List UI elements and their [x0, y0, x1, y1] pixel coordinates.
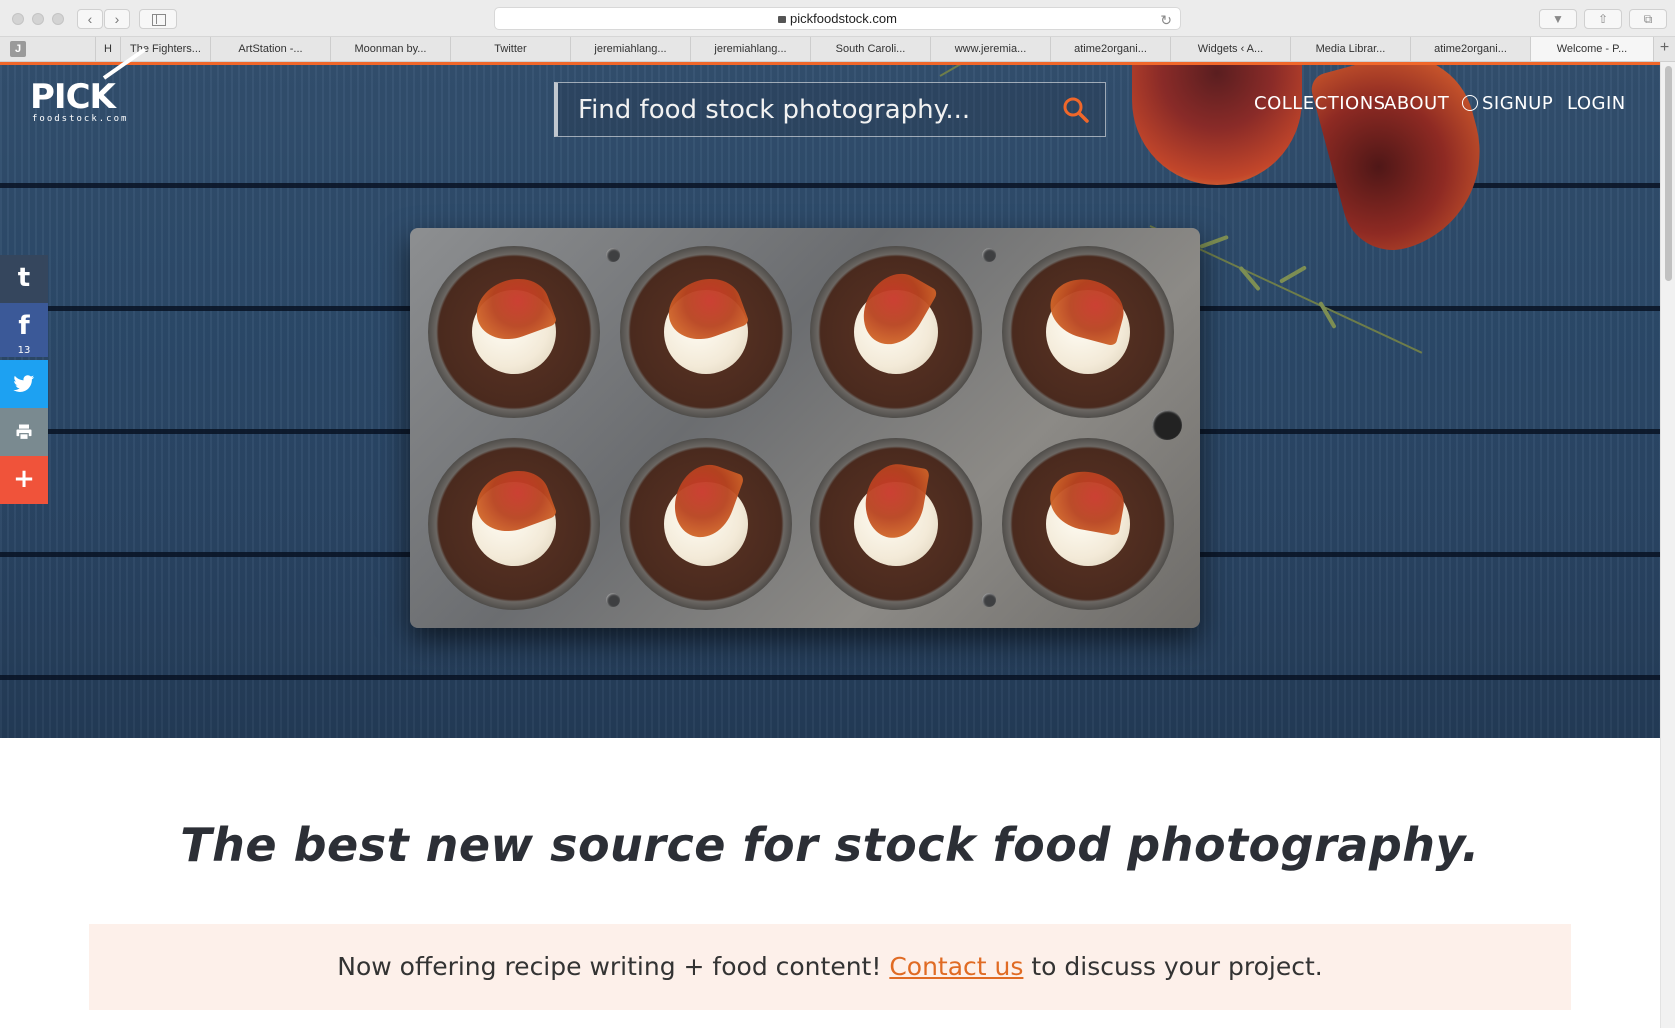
cupcake [428, 246, 600, 418]
cupcake [620, 438, 792, 610]
tab-active[interactable]: Welcome - P... [1530, 37, 1653, 61]
tab[interactable]: atime2organi... [1410, 37, 1530, 61]
tab[interactable]: Moonman by... [330, 37, 450, 61]
tab-overview-button[interactable]: ⧉ [1629, 9, 1667, 29]
back-button[interactable]: ‹ [77, 9, 103, 29]
tumblr-share-button[interactable]: t [0, 255, 48, 303]
plus-icon: + [13, 464, 35, 494]
pan-rivet [606, 248, 620, 262]
logo-subtitle: foodstock.com [32, 114, 129, 124]
tab[interactable]: jeremiahlang... [690, 37, 810, 61]
facebook-share-button[interactable]: f 13 [0, 303, 48, 357]
downloads-button[interactable]: ▼ [1539, 9, 1577, 29]
close-window-button[interactable] [12, 13, 24, 25]
pan-hole [1152, 410, 1182, 440]
url-text: pickfoodstock.com [790, 11, 897, 26]
cupcake [810, 246, 982, 418]
rosemary-leaf [1279, 265, 1307, 284]
rosemary-leaf [1318, 301, 1337, 329]
browser-titlebar: ‹ › pickfoodstock.com ↻ ▼ ⇧ ⧉ [0, 0, 1675, 37]
cupcake [810, 438, 982, 610]
cupcake [1002, 438, 1174, 610]
share-button[interactable]: ⇧ [1584, 9, 1622, 29]
tumblr-icon: t [17, 263, 31, 293]
twitter-share-button[interactable] [0, 360, 48, 408]
tab[interactable]: Media Librar... [1290, 37, 1410, 61]
blood-orange-wedge [1307, 65, 1503, 262]
tab[interactable]: Widgets ‹ A... [1170, 37, 1290, 61]
user-icon [1462, 95, 1478, 111]
search-icon[interactable] [1063, 97, 1089, 123]
print-button[interactable] [0, 408, 48, 456]
printer-icon [16, 424, 32, 441]
contact-us-link[interactable]: Contact us [889, 952, 1023, 981]
page-tagline: The best new source for stock food photo… [180, 818, 1480, 872]
tab[interactable]: Twitter [450, 37, 570, 61]
banner-text-before: Now offering recipe writing + food conte… [337, 952, 890, 981]
rosemary-sprig [939, 65, 1045, 77]
sidebar-toggle-button[interactable] [139, 9, 177, 29]
banner-text-after: to discuss your project. [1023, 952, 1323, 981]
pan-rivet [982, 248, 996, 262]
nav-collections[interactable]: COLLECTIONS [1254, 93, 1386, 114]
nav-signup[interactable]: SIGNUP [1462, 93, 1553, 114]
cupcake [620, 246, 792, 418]
scrollbar-thumb[interactable] [1665, 66, 1672, 281]
cupcake [1002, 246, 1174, 418]
zoom-window-button[interactable] [52, 13, 64, 25]
site-logo[interactable]: PICK foodstock.com [30, 47, 147, 124]
logo-wordmark: PICK [30, 77, 116, 117]
search-input[interactable]: Find food stock photography... [554, 82, 1106, 137]
tab[interactable]: South Caroli... [810, 37, 930, 61]
nav-signup-label: SIGNUP [1482, 93, 1554, 114]
minimize-window-button[interactable] [32, 13, 44, 25]
reload-icon[interactable]: ↻ [1160, 10, 1172, 31]
rosemary-leaf [1238, 265, 1261, 292]
nav-about[interactable]: ABOUT [1384, 93, 1449, 114]
cupcake [428, 438, 600, 610]
nav-login[interactable]: LOGIN [1567, 93, 1626, 114]
lock-icon [778, 16, 787, 23]
facebook-share-count: 13 [17, 345, 31, 356]
muffin-tin [410, 228, 1200, 628]
tab[interactable]: H [95, 37, 120, 61]
tab-bar: J H The Fighters... ArtStation -... Moon… [0, 37, 1675, 62]
search-placeholder: Find food stock photography... [578, 95, 971, 125]
tab[interactable]: jeremiahlang... [570, 37, 690, 61]
hero-image [0, 62, 1660, 738]
forward-button[interactable]: › [104, 9, 130, 29]
blood-orange-slice [1132, 65, 1302, 185]
promo-banner: Now offering recipe writing + food conte… [89, 924, 1571, 1010]
pan-rivet [606, 593, 620, 607]
tab[interactable]: www.jeremia... [930, 37, 1050, 61]
address-bar[interactable]: pickfoodstock.com ↻ [494, 7, 1181, 30]
facebook-icon: f [18, 311, 30, 341]
pan-rivet [982, 593, 996, 607]
new-tab-button[interactable]: + [1653, 37, 1675, 61]
tab[interactable]: atime2organi... [1050, 37, 1170, 61]
twitter-icon [13, 375, 35, 392]
page-scrollbar[interactable] [1660, 62, 1675, 1028]
tab[interactable]: ArtStation -... [210, 37, 330, 61]
bookmark-j-icon[interactable]: J [10, 41, 26, 57]
rosemary-leaf [1199, 234, 1229, 249]
more-share-button[interactable]: + [0, 456, 48, 504]
